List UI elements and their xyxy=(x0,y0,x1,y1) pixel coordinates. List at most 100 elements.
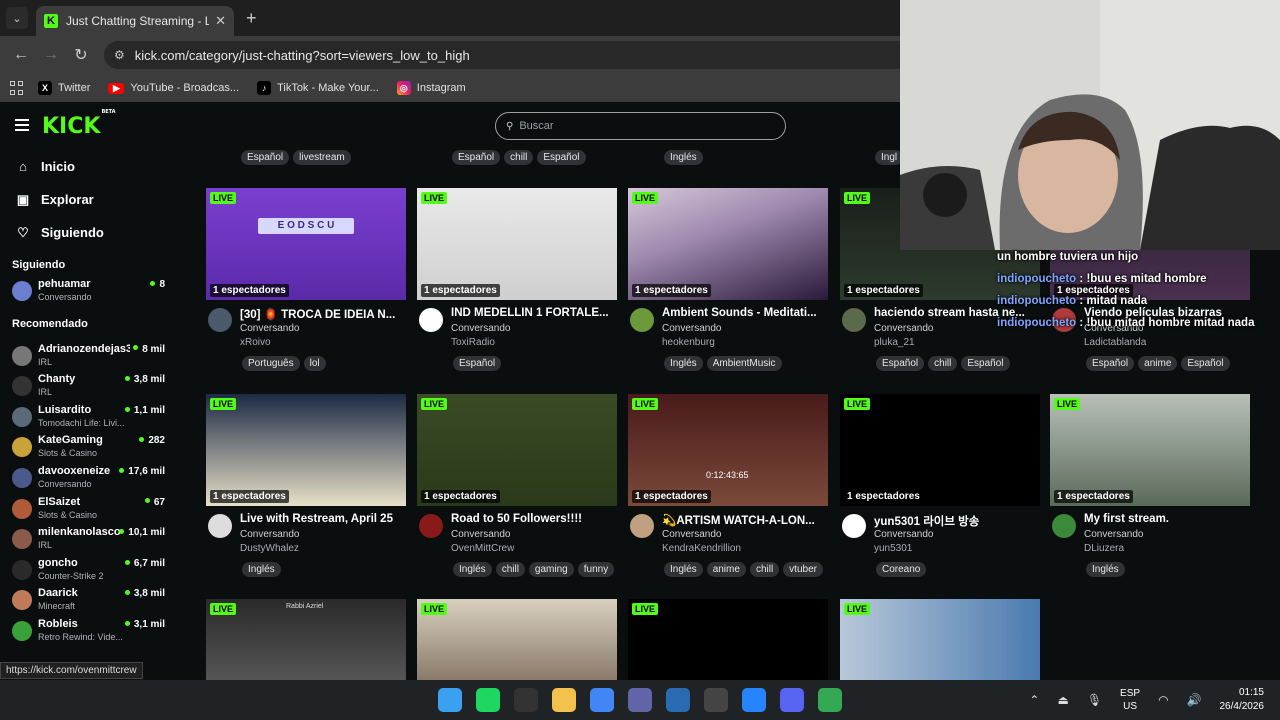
bookmark-youtube[interactable]: ▶ YouTube - Broadcas... xyxy=(108,82,239,94)
sidebar-item-explorar[interactable]: ▣ Explorar xyxy=(0,183,176,216)
stream-card[interactable]: LIVE 1 espectadores Ambient Sounds - Medit… xyxy=(628,188,828,380)
menu-hamburger-icon[interactable] xyxy=(15,119,29,131)
stream-title[interactable]: Ambient Sounds - Meditati... xyxy=(662,307,827,319)
bookmark-twitter[interactable]: X Twitter xyxy=(38,81,90,95)
back-arrow-icon[interactable]: ← xyxy=(6,46,36,64)
volume-icon[interactable]: 🔊 xyxy=(1187,693,1202,707)
channel-avatar[interactable] xyxy=(208,308,232,332)
tag-pill[interactable]: Español xyxy=(241,150,290,165)
channel-avatar[interactable] xyxy=(842,514,866,538)
stream-category[interactable]: Conversando xyxy=(662,323,721,334)
tag-pill[interactable]: Español xyxy=(961,356,1010,371)
stream-category[interactable]: Conversando xyxy=(451,529,510,540)
stream-title[interactable]: IND MEDELLÍN 1 FORTALE... xyxy=(451,307,616,319)
stream-thumbnail[interactable]: LIVE 1 espectadores xyxy=(628,188,828,300)
stream-card[interactable]: LIVE 1 espectadores Live with Restream, Ap… xyxy=(206,394,406,586)
site-info-icon[interactable]: ⚙ xyxy=(114,48,125,62)
stream-card[interactable]: LIVE xyxy=(628,599,828,680)
stream-thumbnail[interactable]: LIVE 1 espectadores xyxy=(417,188,617,300)
stream-thumbnail[interactable]: LIVE 1 espectadores xyxy=(1050,394,1250,506)
tag-pill[interactable]: Inglés xyxy=(453,562,492,577)
stream-card[interactable]: 0:12:43:65 LIVE 1 espectadores 💫ARTISM WATC… xyxy=(628,394,828,586)
tag-pill[interactable]: chill xyxy=(928,356,958,371)
stream-thumbnail[interactable]: E O D S C U LIVE 1 espectadores xyxy=(206,188,406,300)
tag-pill[interactable]: chill xyxy=(504,150,534,165)
channel-avatar[interactable] xyxy=(208,514,232,538)
channel-name[interactable]: yun5301 xyxy=(874,543,912,554)
tab-list-dropdown-icon[interactable]: ⌄ xyxy=(6,7,28,29)
usb-icon[interactable]: ⏏ xyxy=(1057,693,1068,707)
stream-thumbnail[interactable]: LIVE 1 espectadores xyxy=(417,394,617,506)
stream-card[interactable]: LIVE 1 espectadores Road to 50 Followers!!… xyxy=(417,394,617,586)
stream-thumbnail[interactable]: LIVE xyxy=(417,599,617,680)
tag-pill[interactable]: Inglés xyxy=(1086,562,1125,577)
stream-thumbnail[interactable]: LIVE xyxy=(628,599,828,680)
stream-card[interactable]: LIVE 1 espectadores yun5301 라이브 방송 Conversa… xyxy=(840,394,1040,586)
microphone-icon[interactable]: 🎙 xyxy=(1087,693,1102,707)
stream-card[interactable]: LIVE 1 espectadores My first stream. Conver… xyxy=(1050,394,1250,586)
stream-title[interactable]: [30] 🏮 TROCA DE IDEIA N... xyxy=(240,307,405,321)
spotify-icon[interactable] xyxy=(476,688,500,712)
language-indicator[interactable]: ESP US xyxy=(1120,687,1140,713)
channel-name[interactable]: pluka_21 xyxy=(874,337,915,348)
tag-pill[interactable]: anime xyxy=(1138,356,1178,371)
channel-name[interactable]: ToxiRadio xyxy=(451,337,495,348)
tag-pill[interactable]: chill xyxy=(749,562,780,577)
windows-start-icon[interactable] xyxy=(438,688,462,712)
chevron-up-icon[interactable]: ⌃ xyxy=(1029,693,1039,707)
apps-grid-icon[interactable] xyxy=(10,81,24,95)
bookmark-tiktok[interactable]: ♪ TikTok - Make Your... xyxy=(257,81,379,95)
teams-icon[interactable] xyxy=(628,688,652,712)
tag-pill[interactable]: Español xyxy=(1181,356,1230,371)
channel-avatar[interactable] xyxy=(1052,514,1076,538)
channel-name[interactable]: DustyWhalez xyxy=(240,543,299,554)
channel-avatar[interactable] xyxy=(842,308,866,332)
sidebar-item-siguiendo[interactable]: ♡ Siguiendo xyxy=(0,216,176,249)
stream-category[interactable]: Conversando xyxy=(1084,529,1143,540)
recommended-channel[interactable]: Daarick Minecraft 3,8 mil xyxy=(0,584,176,615)
channel-name[interactable]: DLiuzera xyxy=(1084,543,1124,554)
tag-pill[interactable]: Inglés xyxy=(664,356,703,371)
stream-title[interactable]: 💫ARTISM WATCH-A-LON... xyxy=(662,513,827,527)
stream-category[interactable]: Conversando xyxy=(240,529,299,540)
stream-thumbnail[interactable]: LIVE xyxy=(840,599,1040,680)
recommended-channel[interactable]: KateGaming Slots & Casino 282 xyxy=(0,431,176,462)
wifi-icon[interactable]: ◠ xyxy=(1158,693,1168,707)
tag-pill[interactable]: Español xyxy=(1086,356,1135,371)
clock[interactable]: 01:15 26/4/2026 xyxy=(1220,686,1265,714)
stream-title[interactable]: yun5301 라이브 방송 xyxy=(874,513,1039,529)
forward-arrow-icon[interactable]: → xyxy=(36,46,66,64)
kick-logo[interactable]: KICKBETA xyxy=(42,109,116,139)
stream-thumbnail[interactable]: LIVE 1 espectadores xyxy=(840,394,1040,506)
sidebar-item-inicio[interactable]: ⌂ Inicio xyxy=(0,150,176,183)
recommended-channel[interactable]: Chanty IRL 3,8 mil xyxy=(0,370,176,401)
channel-avatar[interactable] xyxy=(419,308,443,332)
stream-category[interactable]: Conversando xyxy=(874,529,933,540)
tag-pill[interactable]: Inglés xyxy=(664,562,703,577)
recommended-channel[interactable]: goncho Counter-Strike 2 6,7 mil xyxy=(0,554,176,585)
tag-pill[interactable]: Inglés xyxy=(664,150,703,165)
tag-pill[interactable]: Coreano xyxy=(876,562,927,577)
tag-pill[interactable]: livestream xyxy=(293,150,351,165)
stream-title[interactable]: Road to 50 Followers!!!! xyxy=(451,513,616,525)
channel-name[interactable]: OvenMittCrew xyxy=(451,543,514,554)
stream-category[interactable]: Conversando xyxy=(874,323,933,334)
tag-pill[interactable]: AmbientMusic xyxy=(706,356,782,371)
discord-icon[interactable] xyxy=(780,688,804,712)
tag-pill[interactable]: funny xyxy=(577,562,615,577)
tag-pill[interactable]: vtuber xyxy=(783,562,823,577)
recommended-channel[interactable]: davooxeneize Conversando 17,6 mil xyxy=(0,462,176,493)
ccleaner-icon[interactable] xyxy=(666,688,690,712)
tag-pill[interactable]: chill xyxy=(495,562,525,577)
stream-category[interactable]: Conversando xyxy=(662,529,721,540)
tag-pill[interactable]: lol xyxy=(303,356,326,371)
bookmark-instagram[interactable]: ◎ Instagram xyxy=(396,81,466,95)
stream-title[interactable]: My first stream. xyxy=(1084,513,1249,525)
recommended-channel[interactable]: Robleis Retro Rewind: Vide... 3,1 mil xyxy=(0,615,176,646)
channel-avatar[interactable] xyxy=(630,514,654,538)
xbox-icon[interactable] xyxy=(514,688,538,712)
stream-card[interactable]: LIVE 1 espectadores IND MEDELLÍN 1 FORTALE… xyxy=(417,188,617,380)
recommended-channel[interactable]: ElSaizet Slots & Casino 67 xyxy=(0,493,176,524)
tag-pill[interactable]: Inglés xyxy=(242,562,281,577)
recommended-channel[interactable]: Adrianozendejas32 IRL 8 mil xyxy=(0,340,176,371)
